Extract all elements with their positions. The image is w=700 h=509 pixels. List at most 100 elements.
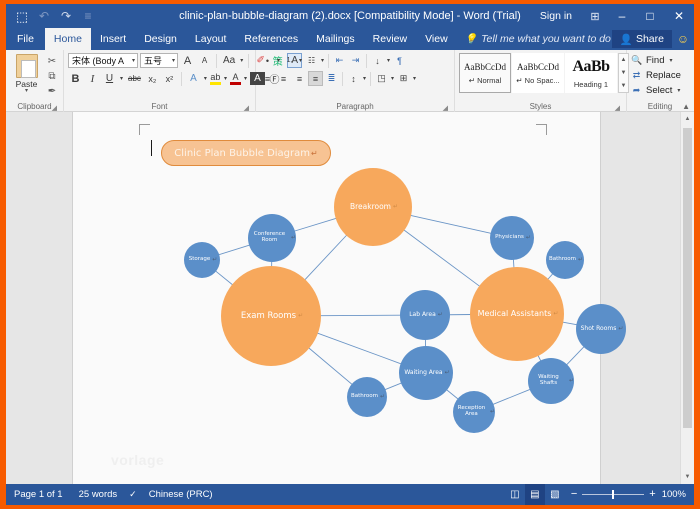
chevron-down-icon[interactable]: ▾ [276,57,281,64]
distributed-button[interactable]: ≣ [324,71,339,86]
align-left-button[interactable]: ≡ [260,71,275,86]
styles-dialog-launcher-icon[interactable]: ◢ [615,104,620,112]
tab-references[interactable]: References [235,28,307,50]
chevron-down-icon[interactable]: ▾ [676,87,681,94]
bubble-node[interactable]: Breakroom ↵ [334,168,412,246]
format-painter-icon[interactable]: ✒ [45,85,59,98]
cut-icon[interactable]: ✂ [45,55,59,68]
close-button[interactable]: ✕ [664,4,694,28]
bubble-node[interactable]: Medical Assistants ↵ [470,267,564,361]
scroll-up-icon[interactable]: ▲ [681,112,694,126]
italic-button[interactable]: I [85,71,100,86]
ribbon-display-options-icon[interactable]: ⊞ [582,10,608,23]
font-dialog-launcher-icon[interactable]: ◢ [244,104,249,112]
tell-me-search[interactable]: 💡 Tell me what you want to do [457,28,619,50]
font-color-button[interactable]: A [229,71,241,86]
justify-button[interactable]: ≡ [308,71,323,86]
align-center-button[interactable]: ≡ [276,71,291,86]
chevron-down-icon[interactable]: ▾ [239,57,244,64]
bubble-node[interactable]: Storage ↵ [184,242,220,278]
zoom-slider[interactable]: − + [565,489,662,500]
align-right-button[interactable]: ≡ [292,71,307,86]
text-highlight-color-button[interactable]: ab [209,71,221,86]
underline-button[interactable]: U [102,71,117,86]
chevron-down-icon[interactable]: ▾ [668,57,673,64]
shading-button[interactable]: ◳ [374,71,389,86]
scrollbar-thumb[interactable] [683,128,692,428]
font-size-combo[interactable]: 五号 ▾ [140,53,178,68]
web-layout-icon[interactable]: ▧ [545,484,565,505]
bubble-node[interactable]: Exam Rooms ↵ [221,266,321,366]
multilevel-list-button[interactable]: ☷ [304,53,319,68]
tab-mailings[interactable]: Mailings [307,28,364,50]
bubble-node[interactable]: Lab Area ↵ [400,290,450,340]
bubble-node[interactable]: Bathroom ↵ [347,377,387,417]
change-case-icon[interactable]: Aa [221,53,237,68]
bold-button[interactable]: B [68,71,83,86]
borders-button[interactable]: ⊞ [396,71,411,86]
bubble-node[interactable]: Reception Area ↵ [453,391,495,433]
zoom-out-button[interactable]: − [571,489,577,500]
increase-indent-button[interactable]: ⇥ [348,53,363,68]
tab-home[interactable]: Home [44,28,91,50]
replace-button[interactable]: ⇄ Replace [631,69,681,82]
tab-review[interactable]: Review [364,28,416,50]
sign-in-button[interactable]: Sign in [530,10,582,22]
chevron-down-icon[interactable]: ▾ [412,75,417,82]
page-indicator[interactable]: Page 1 of 1 [6,489,71,500]
chevron-down-icon[interactable]: ▾ [243,75,248,82]
chevron-down-icon[interactable]: ▾ [390,75,395,82]
chevron-down-icon[interactable]: ▾ [119,75,124,82]
scroll-down-icon[interactable]: ▼ [681,470,694,484]
zoom-in-button[interactable]: + [649,489,655,500]
bubble-node[interactable]: Conference Room ↵ [248,214,296,262]
superscript-button[interactable]: x² [162,71,177,86]
chevron-down-icon[interactable]: ▾ [362,75,367,82]
strikethrough-button[interactable]: abc [126,71,143,86]
numbering-button[interactable]: 1. [282,53,297,68]
decrease-indent-button[interactable]: ⇤ [332,53,347,68]
style-heading-1[interactable]: AaBb Heading 1 [565,53,617,93]
bubble-node[interactable]: Physicians ↵ [490,216,534,260]
bubble-node[interactable]: Bathroom ↵ [546,241,584,279]
zoom-thumb[interactable] [612,490,615,499]
bubble-diagram[interactable]: Breakroom ↵ Conference Room ↵ Storage ↵ Physic… [73,112,626,484]
bullets-button[interactable]: • [260,53,275,68]
share-button[interactable]: 👤 Share [611,30,672,48]
vertical-scrollbar[interactable]: ▲ ▼ [680,112,694,484]
document-page[interactable]: Clinic Plan Bubble Diagram ↵ Breakroom ↵ C… [72,112,626,484]
tab-layout[interactable]: Layout [186,28,236,50]
style-normal[interactable]: AaBbCcDd ↵ Normal [459,53,511,93]
feedback-smiley-icon[interactable]: ☺ [672,32,694,46]
bubble-node[interactable]: Waiting Area ↵ [399,346,453,400]
style-no-spacing[interactable]: AaBbCcDd ↵ No Spac... [512,53,564,93]
proofing-errors-icon[interactable]: ✓ [125,489,141,500]
chevron-down-icon[interactable]: ▾ [320,57,325,64]
chevron-down-icon[interactable]: ▾ [223,75,228,82]
maximize-button[interactable]: □ [636,4,664,28]
zoom-level[interactable]: 100% [662,489,694,500]
minimize-button[interactable]: – [608,4,636,28]
word-count[interactable]: 25 words [71,489,126,500]
paste-button[interactable]: Paste ▾ [10,53,43,94]
subscript-button[interactable]: x₂ [145,71,160,86]
find-button[interactable]: 🔍 Find ▾ [631,54,681,67]
language-indicator[interactable]: Chinese (PRC) [141,489,221,500]
line-spacing-button[interactable]: ↕ [346,71,361,86]
tab-design[interactable]: Design [135,28,186,50]
collapse-ribbon-icon[interactable]: ▲ [682,102,690,111]
chevron-down-icon[interactable]: ▾ [203,75,208,82]
text-effects-icon[interactable]: A [186,71,201,86]
chevron-down-icon[interactable]: ▾ [129,57,135,64]
bubble-node[interactable]: Waiting Shafts ↵ [528,358,574,404]
paste-dropdown-caret-icon[interactable]: ▾ [25,88,28,94]
tab-file[interactable]: File [6,28,45,50]
tab-view[interactable]: View [416,28,457,50]
copy-icon[interactable]: ⧉ [45,70,59,83]
bubble-node[interactable]: Shot Rooms ↵ [576,304,626,354]
clipboard-dialog-launcher-icon[interactable]: ◢ [52,104,57,112]
show-formatting-marks-button[interactable]: ¶ [392,53,407,68]
zoom-track[interactable] [582,490,645,499]
tab-insert[interactable]: Insert [91,28,135,50]
read-mode-icon[interactable]: ◫ [505,484,525,505]
